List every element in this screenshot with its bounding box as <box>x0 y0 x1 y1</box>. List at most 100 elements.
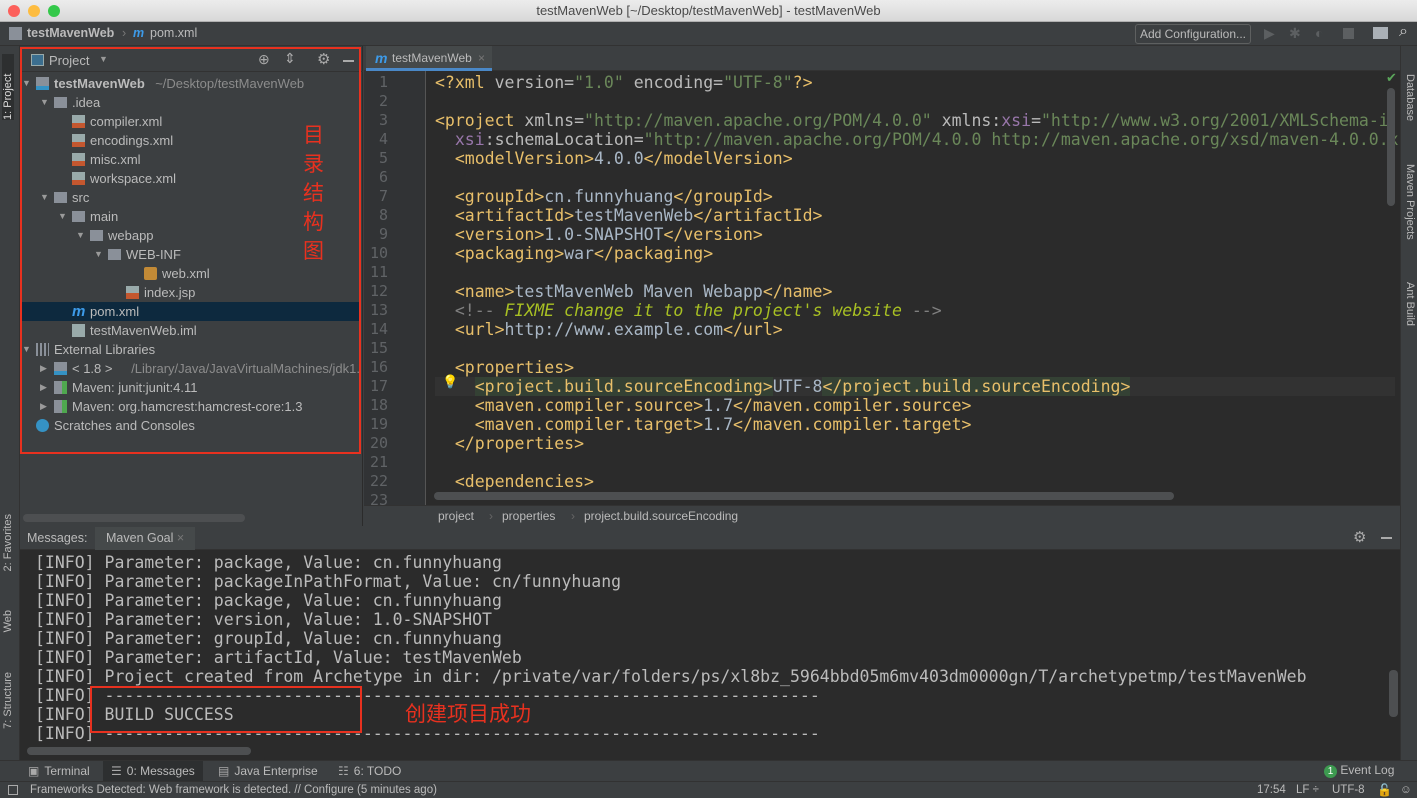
tool-tab-todo[interactable]: ☷ 6: TODO <box>330 761 409 781</box>
vertical-scrollbar[interactable] <box>1387 88 1395 206</box>
code-line[interactable]: <modelVersion>4.0.0</modelVersion> <box>435 149 793 168</box>
tree-item[interactable]: Scratches and Consoles <box>20 416 361 435</box>
add-configuration-button[interactable]: Add Configuration... <box>1135 24 1251 44</box>
collapse-arrow-icon[interactable]: ▶ <box>40 397 47 416</box>
code-line[interactable]: </properties> <box>435 434 584 453</box>
tree-item-label: compiler.xml <box>90 114 163 129</box>
line-number: 21 <box>369 453 388 471</box>
code-line[interactable]: <groupId>cn.funnyhuang</groupId> <box>435 187 773 206</box>
tool-tab-ant-build[interactable]: Ant Build <box>1404 282 1416 326</box>
tree-item[interactable]: ▼ External Libraries <box>20 340 361 359</box>
inspector-icon[interactable]: ☺ <box>1400 782 1412 798</box>
coverage-icon[interactable]: ◐ <box>1315 25 1323 41</box>
code-line[interactable]: <project.build.sourceEncoding>UTF-8</pro… <box>435 377 1395 396</box>
close-window-button[interactable] <box>8 5 20 17</box>
code-line[interactable]: <!-- FIXME change it to the project's we… <box>435 301 942 320</box>
line-separator[interactable]: LF ÷ <box>1296 782 1319 798</box>
expand-arrow-icon[interactable]: ▼ <box>58 207 67 226</box>
event-log-button[interactable]: 1 Event Log <box>1324 763 1394 779</box>
maven-icon: m <box>375 50 388 66</box>
code-line[interactable]: <name>testMavenWeb Maven Webapp</name> <box>435 282 833 301</box>
code-line[interactable]: <artifactId>testMavenWeb</artifactId> <box>435 206 823 225</box>
collapse-arrow-icon[interactable]: ▶ <box>40 359 47 378</box>
nav-crumb-file[interactable]: pom.xml <box>150 26 197 40</box>
nav-crumb-project[interactable]: testMavenWeb <box>27 26 114 40</box>
zoom-window-button[interactable] <box>48 5 60 17</box>
file-encoding[interactable]: UTF-8 <box>1332 782 1365 798</box>
tool-tab-maven-projects[interactable]: Maven Projects <box>1404 164 1416 240</box>
code-token: <packaging> <box>454 244 565 263</box>
code-line[interactable]: <?xml version="1.0" encoding="UTF-8"?> <box>435 73 813 92</box>
tool-tab-terminal[interactable]: ▣ Terminal <box>20 761 98 781</box>
folder-icon <box>72 211 85 222</box>
locate-icon[interactable]: ⊕ <box>258 51 270 68</box>
collapse-arrow-icon[interactable]: ▶ <box>40 378 47 397</box>
console-vertical-scrollbar[interactable] <box>1389 670 1398 717</box>
collapse-all-icon[interactable]: ⇕ <box>284 50 296 67</box>
maven-goal-tab[interactable]: Maven Goal × <box>95 527 196 550</box>
toggle-tool-windows-icon[interactable] <box>8 785 18 795</box>
tree-item[interactable]: ▶ Maven: org.hamcrest:hamcrest-core:1.3 <box>20 397 361 416</box>
console-horizontal-scrollbar[interactable] <box>27 747 251 755</box>
tree-item[interactable]: index.jsp <box>20 283 361 302</box>
project-structure-icon[interactable] <box>1373 27 1388 39</box>
code-token: war <box>564 244 594 263</box>
tree-item[interactable]: web.xml <box>20 264 361 283</box>
status-message[interactable]: Frameworks Detected: Web framework is de… <box>30 782 437 798</box>
tree-item[interactable]: m pom.xml <box>20 302 361 321</box>
expand-arrow-icon[interactable]: ▼ <box>40 188 49 207</box>
tree-item[interactable]: ▼ .idea <box>20 93 361 112</box>
expand-arrow-icon[interactable]: ▼ <box>22 74 31 93</box>
caret-position[interactable]: 17:54 <box>1257 782 1286 798</box>
tool-tab-database[interactable]: Database <box>1404 74 1416 121</box>
tree-item[interactable]: ▶ Maven: junit:junit:4.11 <box>20 378 361 397</box>
chevron-down-icon[interactable]: ▼ <box>99 54 108 64</box>
close-tab-icon[interactable]: × <box>478 46 485 70</box>
unlock-icon[interactable]: 🔓 <box>1377 782 1392 798</box>
breadcrumb-properties[interactable]: properties <box>502 506 555 526</box>
tool-tab-structure[interactable]: 7: Structure <box>2 672 14 729</box>
code-line[interactable]: <maven.compiler.source>1.7</maven.compil… <box>435 396 972 415</box>
project-view-selector[interactable]: Project <box>49 53 89 68</box>
expand-arrow-icon[interactable]: ▼ <box>76 226 85 245</box>
breadcrumb-project[interactable]: project <box>438 506 474 526</box>
hide-panel-icon[interactable] <box>343 60 354 62</box>
code-line[interactable]: <url>http://www.example.com</url> <box>435 320 783 339</box>
expand-arrow-icon[interactable]: ▼ <box>40 93 49 112</box>
code-line[interactable]: xsi:schemaLocation="http://maven.apache.… <box>435 130 1399 149</box>
tool-tab-messages[interactable]: ☰ 0: Messages <box>103 761 203 781</box>
gear-icon[interactable]: ⚙ <box>317 50 330 68</box>
tool-tab-javaenterprise[interactable]: ▤ Java Enterprise <box>210 761 326 781</box>
code-line[interactable]: <packaging>war</packaging> <box>435 244 713 263</box>
run-icon[interactable]: ▶ <box>1264 25 1275 42</box>
expand-arrow-icon[interactable]: ▼ <box>22 340 31 359</box>
code-line[interactable]: <project xmlns="http://maven.apache.org/… <box>435 111 1389 130</box>
close-tab-icon[interactable]: × <box>177 531 184 545</box>
tool-tab-favorites[interactable]: 2: Favorites <box>2 514 14 571</box>
stop-icon[interactable] <box>1343 28 1354 39</box>
intention-bulb-icon[interactable]: 💡 <box>442 374 458 390</box>
gear-icon[interactable]: ⚙ <box>1353 527 1366 549</box>
code-line[interactable]: <maven.compiler.target>1.7</maven.compil… <box>435 415 972 434</box>
search-icon[interactable]: ⌕ <box>1399 23 1408 41</box>
line-number: 7 <box>378 187 388 205</box>
editor-horizontal-scrollbar[interactable] <box>434 492 1174 500</box>
debug-icon[interactable]: ✱ <box>1289 25 1301 42</box>
tool-tab-project[interactable]: 1: Project <box>2 54 14 120</box>
tree-item[interactable]: ▶ < 1.8 > /Library/Java/JavaVirtualMachine… <box>20 359 361 378</box>
horizontal-scrollbar[interactable] <box>23 514 245 522</box>
code-line[interactable]: <version>1.0-SNAPSHOT</version> <box>435 225 763 244</box>
tool-tab-web[interactable]: Web <box>2 610 14 632</box>
code-line[interactable]: <dependencies> <box>435 472 594 491</box>
tree-item[interactable]: ▼ testMavenWeb ~/Desktop/testMavenWeb <box>20 74 361 93</box>
editor-tab-pom[interactable]: m testMavenWeb × <box>366 46 492 71</box>
code-token: </properties> <box>454 434 585 453</box>
expand-arrow-icon[interactable]: ▼ <box>94 245 103 264</box>
tree-item[interactable]: testMavenWeb.iml <box>20 321 361 340</box>
breadcrumb-source-encoding[interactable]: project.build.sourceEncoding <box>584 506 738 526</box>
line-number: 13 <box>369 301 388 319</box>
hide-panel-icon[interactable] <box>1381 537 1392 539</box>
minimize-window-button[interactable] <box>28 5 40 17</box>
